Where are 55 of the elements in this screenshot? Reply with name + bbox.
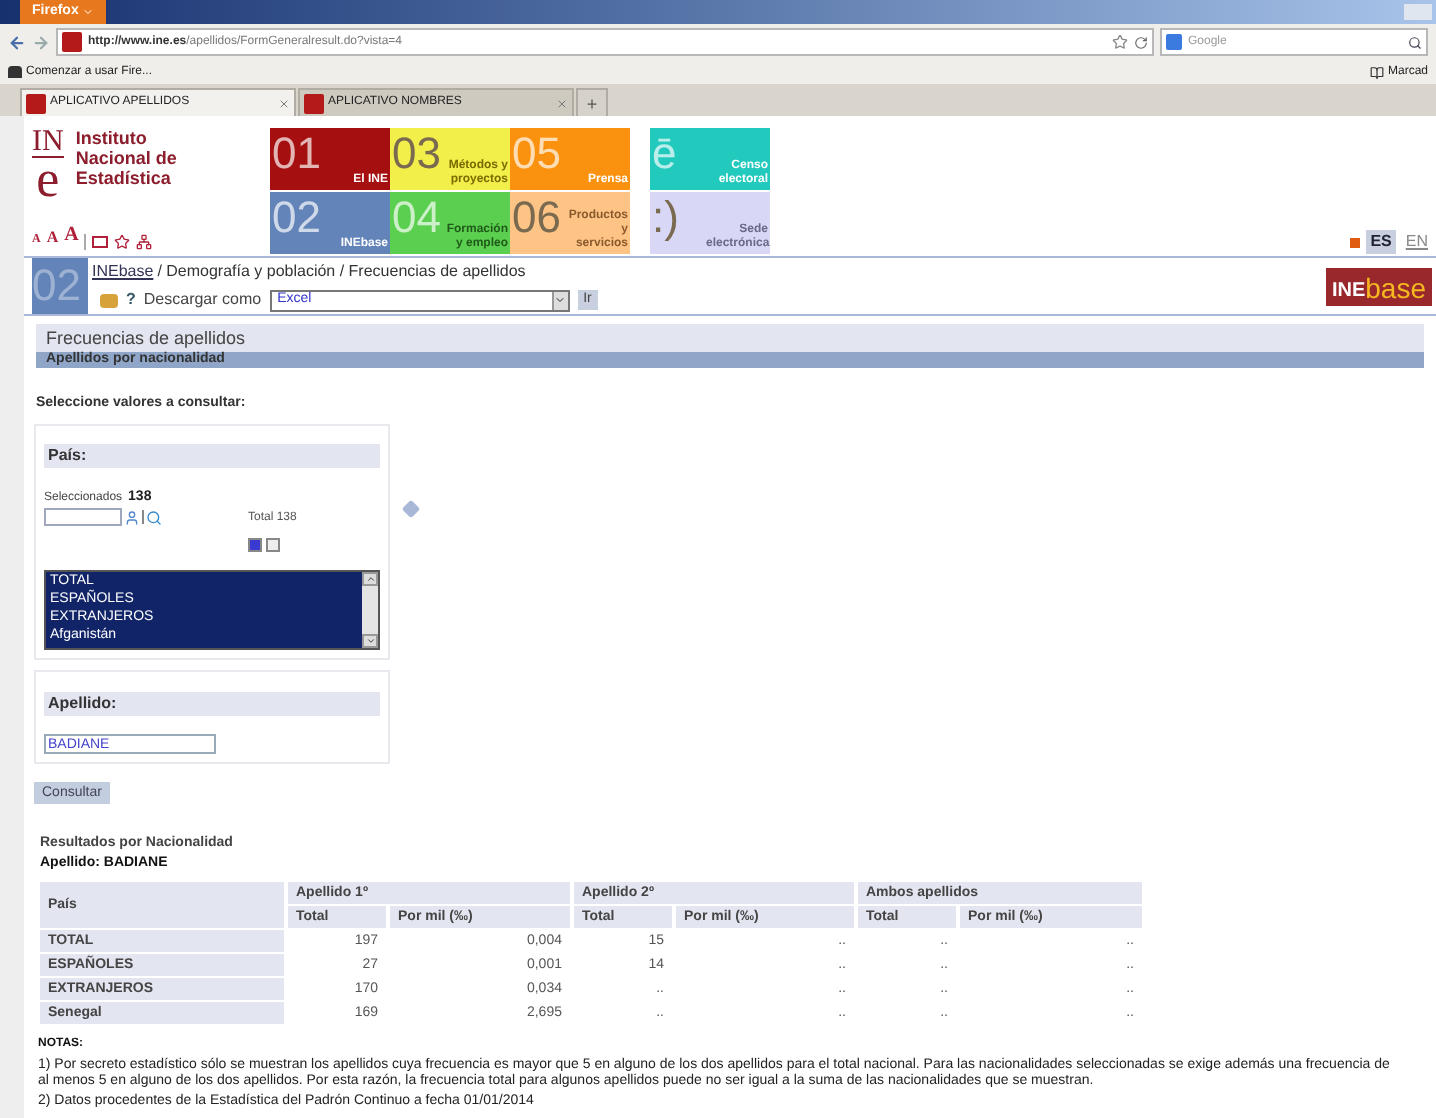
flag-icon [1350, 237, 1361, 247]
language-link[interactable]: ES [1366, 230, 1396, 254]
logo-mark: IN e [32, 128, 64, 202]
close-icon[interactable] [556, 97, 568, 109]
scroll-up-icon[interactable] [365, 573, 375, 583]
filter-field[interactable] [44, 508, 122, 526]
deselect-all-icon[interactable] [266, 537, 280, 551]
site-icon [26, 93, 46, 113]
forward-icon[interactable] [32, 33, 50, 51]
search-engine-icon [1166, 34, 1182, 50]
search-icon[interactable] [1408, 35, 1422, 49]
download-icon[interactable] [100, 293, 118, 307]
tile-number: 04 [392, 194, 441, 242]
bookmarks-icon [1369, 65, 1384, 79]
tile-number: ē [652, 130, 677, 178]
new-tab-button[interactable]: + [576, 88, 608, 116]
logo-text: Estadística [75, 168, 173, 188]
panel-heading: País: [44, 443, 380, 467]
tile-number: 06 [512, 194, 561, 242]
panel-heading: Apellido: [44, 691, 380, 715]
tile-number: 05 [512, 130, 561, 178]
select-all-icon[interactable] [248, 537, 262, 551]
caret-icon [554, 294, 567, 306]
inebase-logo: INEbase [1325, 267, 1432, 305]
bookmark-star-icon[interactable] [1112, 34, 1128, 50]
splitter-handle-icon[interactable] [402, 499, 420, 517]
window-controls-icon [1404, 4, 1432, 20]
close-icon[interactable] [278, 97, 290, 109]
help-icon[interactable]: ? [126, 288, 136, 312]
card-icon[interactable] [92, 236, 109, 248]
scroll-down-icon[interactable] [365, 635, 375, 645]
site-icon [304, 93, 324, 113]
site-icon [62, 32, 82, 52]
back-icon[interactable] [8, 33, 26, 51]
logo-text: Instituto [75, 128, 149, 148]
caret-icon [82, 6, 95, 18]
tile-number: 03 [392, 130, 441, 178]
star-icon[interactable] [114, 234, 131, 250]
reload-icon[interactable] [1134, 35, 1148, 49]
text-size-link[interactable]: A [46, 226, 59, 250]
sitemap-icon[interactable] [136, 234, 153, 250]
tile-number: :) [652, 194, 679, 242]
breadcrumb-path: / Demografía y población / Frecuencias de apellidos [157, 260, 526, 284]
text-size-link[interactable]: A [64, 220, 79, 250]
bookmark-icon [8, 66, 22, 78]
tile-number: 01 [272, 130, 321, 178]
tile-number: 02 [272, 194, 321, 242]
language-link[interactable]: EN [1401, 230, 1432, 254]
download-label: Descargar como [143, 288, 262, 312]
page-title: Frecuencias de apellidos [36, 324, 1424, 352]
section-number: 02 [32, 258, 88, 314]
breadcrumb-link[interactable]: INEbase [92, 260, 154, 284]
search-icon[interactable] [146, 509, 162, 525]
user-search-icon[interactable] [124, 509, 140, 525]
logo-text: Nacional de [75, 148, 177, 168]
